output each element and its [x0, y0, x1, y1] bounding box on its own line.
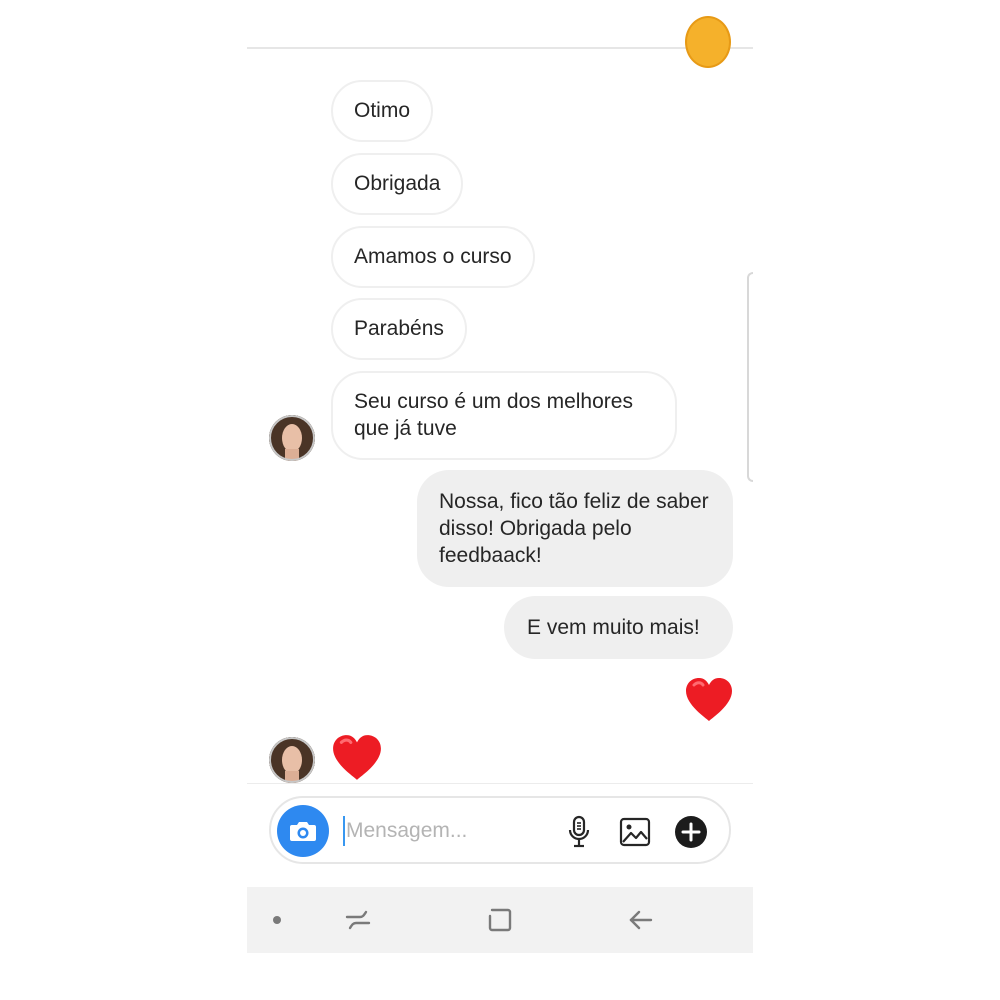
- message-text: Parabéns: [354, 317, 444, 340]
- emoji-sticker: [685, 16, 731, 68]
- nav-dot-icon[interactable]: [273, 916, 281, 924]
- message-text: Otimo: [354, 99, 411, 122]
- camera-icon: [290, 822, 316, 841]
- gallery-icon: [619, 817, 651, 847]
- microphone-icon: [568, 815, 590, 848]
- message-text: Amamos o curso: [354, 245, 512, 268]
- plus-icon: [675, 816, 707, 848]
- recent-apps-icon[interactable]: [344, 907, 372, 933]
- heart-icon[interactable]: [684, 677, 734, 723]
- camera-button[interactable]: [277, 805, 329, 857]
- message-incoming[interactable]: Parabéns: [331, 298, 467, 360]
- message-incoming[interactable]: Seu curso é um dos melhores que já tuve: [331, 371, 677, 460]
- message-text: Obrigada: [354, 172, 441, 195]
- heart-icon[interactable]: [331, 734, 383, 782]
- home-icon[interactable]: [487, 907, 513, 933]
- message-text: Nossa, fico tão feliz de saber disso! Ob…: [439, 490, 709, 567]
- message-incoming[interactable]: Obrigada: [331, 153, 464, 215]
- message-outgoing[interactable]: Nossa, fico tão feliz de saber disso! Ob…: [417, 470, 733, 587]
- text-cursor: [343, 816, 345, 846]
- navigation-bar: [247, 887, 753, 953]
- message-text: E vem muito mais!: [527, 616, 700, 639]
- message-input[interactable]: Mensagem...: [346, 818, 467, 844]
- message-incoming[interactable]: Otimo: [331, 80, 434, 142]
- gallery-button[interactable]: [617, 814, 653, 850]
- chat-screen: Otimo Obrigada Amamos o curso Parabéns S…: [247, 0, 753, 953]
- back-arrow-icon[interactable]: [628, 908, 654, 932]
- avatar[interactable]: [269, 737, 315, 783]
- message-incoming[interactable]: Amamos o curso: [331, 226, 535, 288]
- composer-divider: [247, 783, 753, 784]
- scrollbar[interactable]: [747, 272, 753, 482]
- message-text: Seu curso é um dos melhores que já tuve: [354, 390, 633, 440]
- message-composer: Mensagem...: [269, 796, 731, 864]
- avatar[interactable]: [269, 415, 315, 461]
- header-divider: [247, 47, 753, 49]
- add-button[interactable]: [673, 814, 709, 850]
- microphone-button[interactable]: [561, 814, 597, 850]
- message-outgoing[interactable]: E vem muito mais!: [504, 596, 733, 659]
